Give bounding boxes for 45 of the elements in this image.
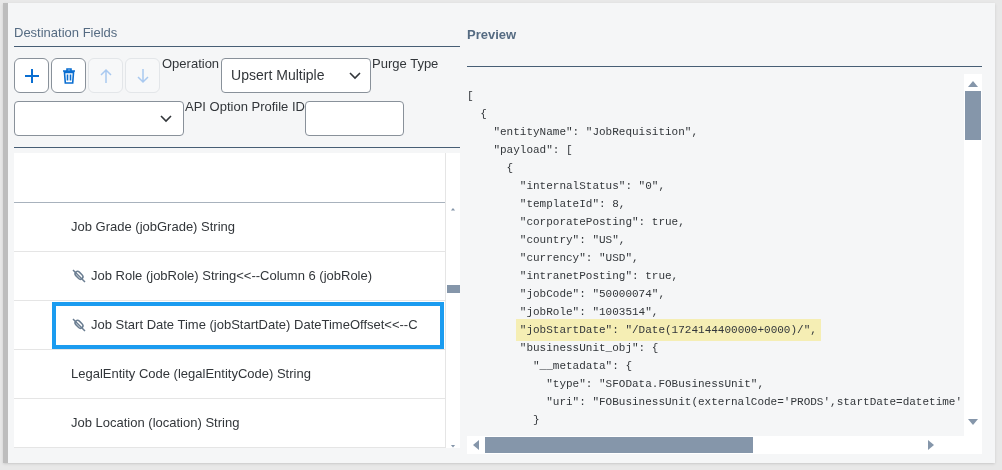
delete-button[interactable] (51, 58, 86, 93)
field-row[interactable]: LegalEntity Code (legalEntityCode) String (52, 350, 444, 398)
code-line: } (533, 412, 540, 428)
field-row[interactable]: Job Grade (jobGrade) String (52, 203, 444, 251)
code-line: "templateId": 8, (519, 196, 626, 212)
scroll-up-icon[interactable] (968, 81, 978, 87)
arrow-down-icon (134, 67, 151, 84)
plus-icon (23, 67, 40, 84)
add-button[interactable] (14, 58, 49, 93)
api-option-profile-input[interactable] (304, 101, 404, 136)
section-title: Preview (467, 26, 518, 44)
field-label: API Option Profile ID (185, 98, 305, 116)
field-row[interactable]: Job Start Date Time (jobStartDate) DateTimeOffset<<--C (52, 301, 444, 349)
section-title: Destination Fields (14, 24, 119, 42)
chevron-down-icon (349, 71, 362, 80)
code-line: "type": "SFOData.FOBusinessUnit", (546, 376, 765, 392)
operation-select[interactable]: Upsert Multiple (221, 58, 372, 93)
code-line: "entityName": "JobRequisition", (493, 124, 699, 140)
trash-icon (60, 67, 77, 84)
code-line: "currency": "USD", (519, 250, 639, 266)
code-line: "corporatePosting": true, (519, 214, 685, 230)
field-label: Operation (162, 55, 220, 73)
scroll-left-icon[interactable] (473, 440, 479, 450)
code-line: "country": "US", (519, 232, 626, 248)
code-line: "uri": "FOBusinessUnit(externalCode='PRODS',startDate=datetime' (546, 394, 963, 410)
code-line: { (506, 160, 514, 176)
code-line: "businessUnit_obj": { (519, 340, 659, 356)
code-line: [ (467, 88, 474, 104)
code-line: "jobCode": "50000074", (519, 286, 666, 302)
code-line: "payload": [ (493, 142, 573, 158)
code-line: "__metadata": { (533, 358, 633, 374)
scroll-right-icon[interactable] (928, 440, 934, 450)
field-label: Purge Type (372, 55, 439, 73)
code-line: "internalStatus": "0", (519, 178, 666, 194)
purge-type-select[interactable] (14, 101, 184, 136)
field-row[interactable]: Job Role (jobRole) String<<--Column 6 (jobRole) (52, 252, 444, 300)
chevron-down-icon (160, 114, 172, 123)
code-line: { (480, 106, 487, 122)
scrollbar-thumb[interactable] (485, 437, 753, 453)
scrollbar-thumb[interactable] (446, 284, 460, 294)
field-row[interactable]: Job Location (location) String (52, 399, 444, 447)
code-line: "intranetPosting": true, (519, 268, 679, 284)
scrollbar-thumb[interactable] (965, 91, 981, 140)
code-line: "jobRole": "1003514", (519, 304, 659, 320)
scroll-down-icon[interactable] (968, 419, 978, 425)
